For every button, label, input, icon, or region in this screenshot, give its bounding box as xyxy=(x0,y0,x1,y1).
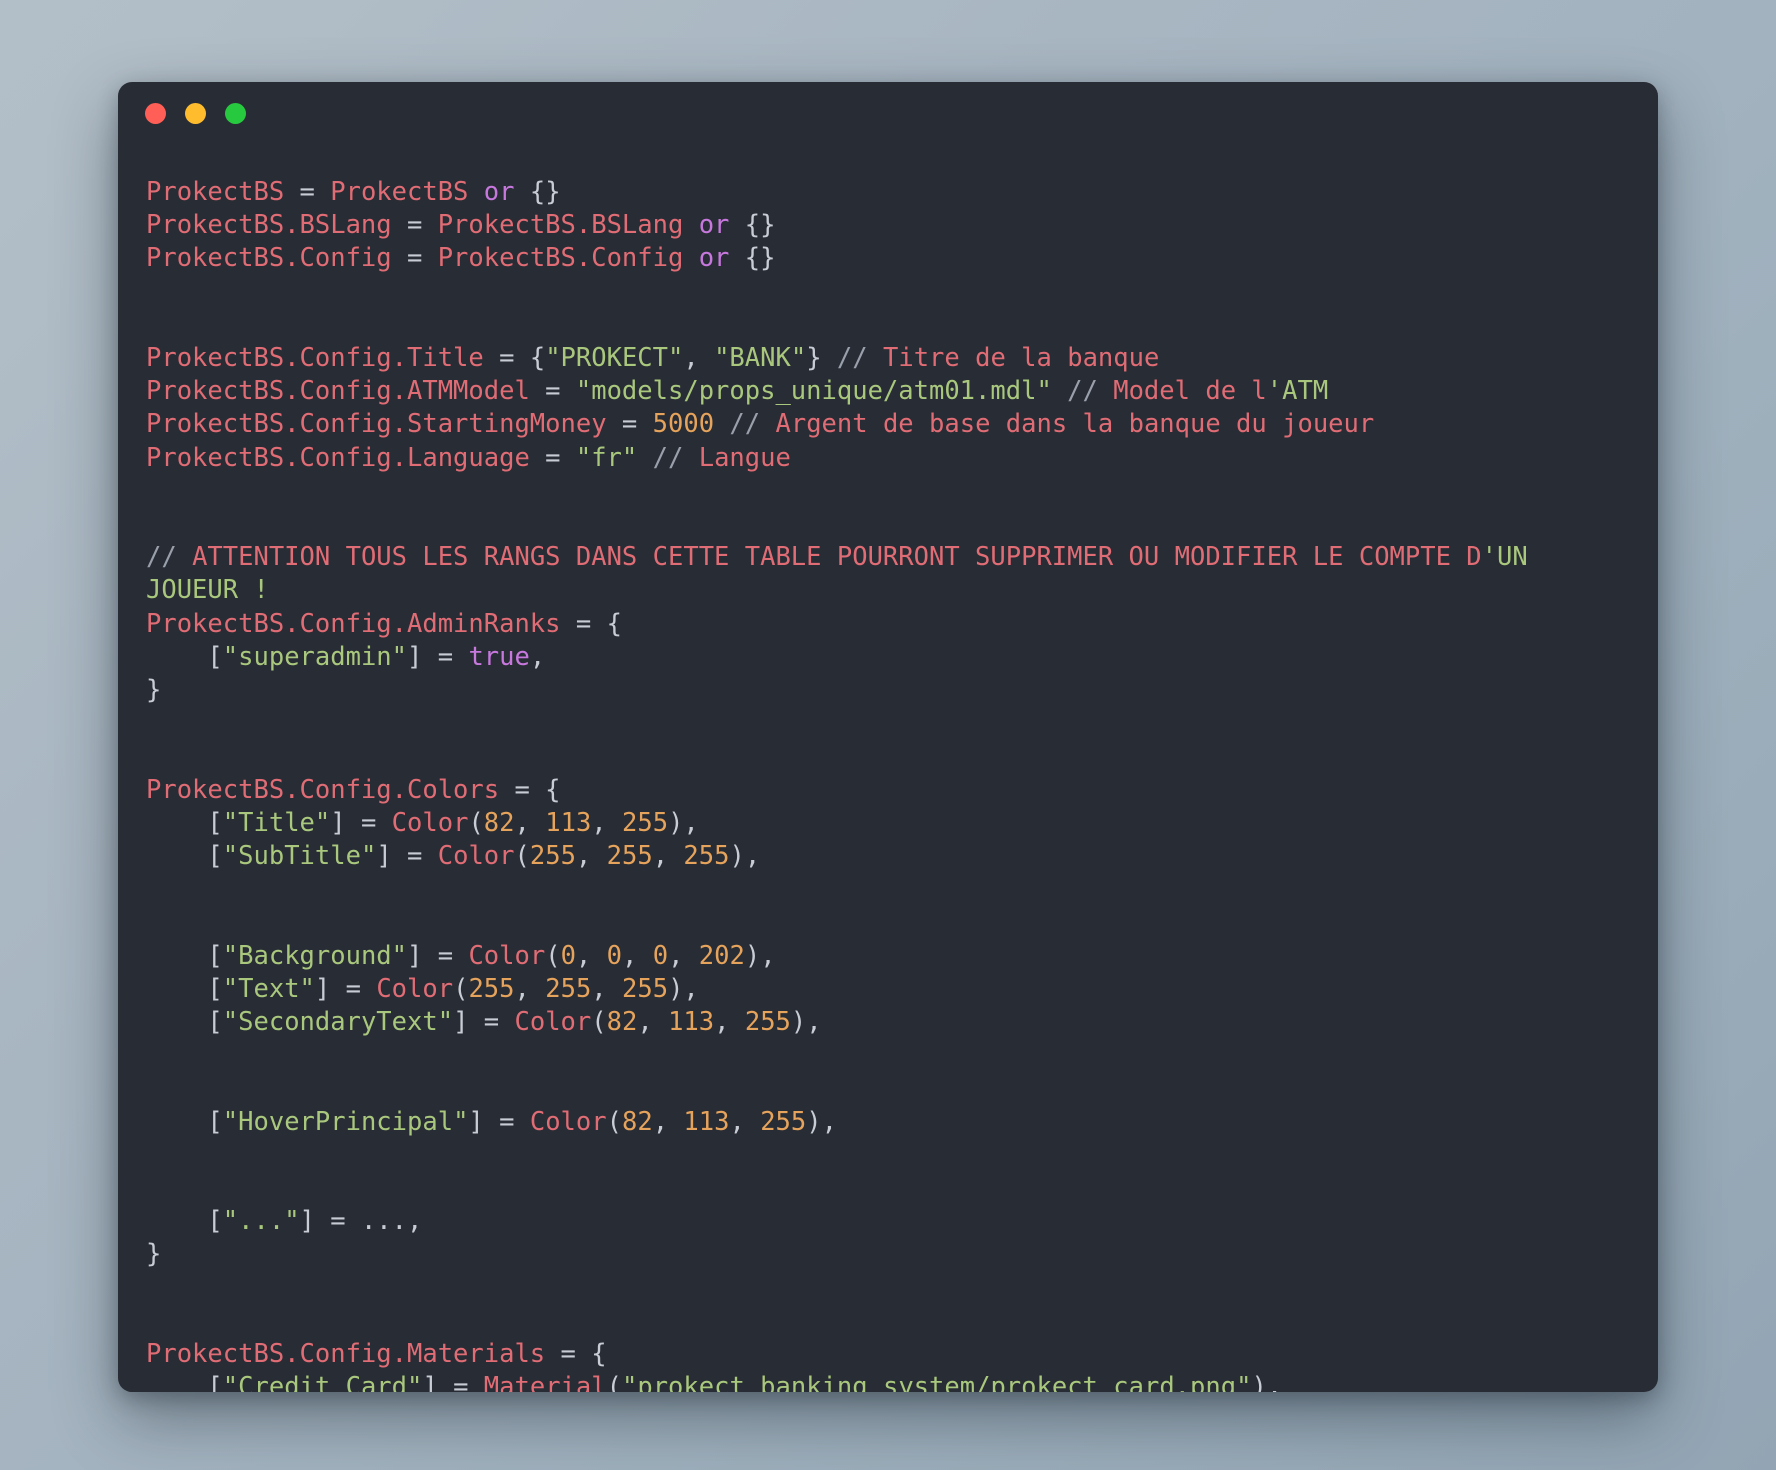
code-line: } xyxy=(146,675,162,706)
code-line: ["..."] = ..., xyxy=(146,1206,423,1237)
code-line: ["HoverPrincipal"] = Color(82, 113, 255)… xyxy=(146,1106,837,1137)
code-line: ProkectBS.Config.ATMModel = "models/prop… xyxy=(146,376,1329,407)
code-line: ProkectBS.Config.StartingMoney = 5000 //… xyxy=(146,409,1375,440)
code-line: ProkectBS.BSLang = ProkectBS.BSLang or {… xyxy=(146,210,776,241)
code-line: ["SubTitle"] = Color(255, 255, 255), xyxy=(146,841,761,872)
code-line: ProkectBS = ProkectBS or {} xyxy=(146,177,561,207)
minimize-button[interactable] xyxy=(185,102,206,124)
maximize-button[interactable] xyxy=(225,102,246,124)
code-line: ProkectBS.Config = ProkectBS.Config or {… xyxy=(146,243,776,274)
code-line: ProkectBS.Config.Title = {"PROKECT", "BA… xyxy=(146,343,1160,373)
code-line: // ATTENTION TOUS LES RANGS DANS CETTE T… xyxy=(146,542,1544,606)
code-line: } xyxy=(146,1239,162,1270)
screenshot-stage: ProkectBS = ProkectBS or {} ProkectBS.BS… xyxy=(0,0,1776,1470)
code-line: ["Background"] = Color(0, 0, 0, 202), xyxy=(146,940,776,971)
code-line: ["Title"] = Color(82, 113, 255), xyxy=(146,807,699,838)
code-line: ["superadmin"] = true, xyxy=(146,641,546,672)
code-line: ["Text"] = Color(255, 255, 255), xyxy=(146,973,699,1004)
window-titlebar xyxy=(118,82,1658,144)
code-line: ProkectBS.Config.AdminRanks = { xyxy=(146,608,622,639)
code-line: ProkectBS.Config.Colors = { xyxy=(146,774,561,805)
code-line: ProkectBS.Config.Language = "fr" // Lang… xyxy=(146,442,791,473)
code-line: ProkectBS.Config.Materials = { xyxy=(146,1339,607,1369)
source-code[interactable]: ProkectBS = ProkectBS or {} ProkectBS.BS… xyxy=(146,176,1630,1392)
close-button[interactable] xyxy=(145,102,166,124)
code-window: ProkectBS = ProkectBS or {} ProkectBS.BS… xyxy=(118,82,1658,1392)
code-body: ProkectBS = ProkectBS or {} ProkectBS.BS… xyxy=(118,144,1658,1392)
code-line: ["SecondaryText"] = Color(82, 113, 255), xyxy=(146,1007,822,1038)
code-line: ["Credit Card"] = Material("prokect_bank… xyxy=(146,1372,1283,1392)
